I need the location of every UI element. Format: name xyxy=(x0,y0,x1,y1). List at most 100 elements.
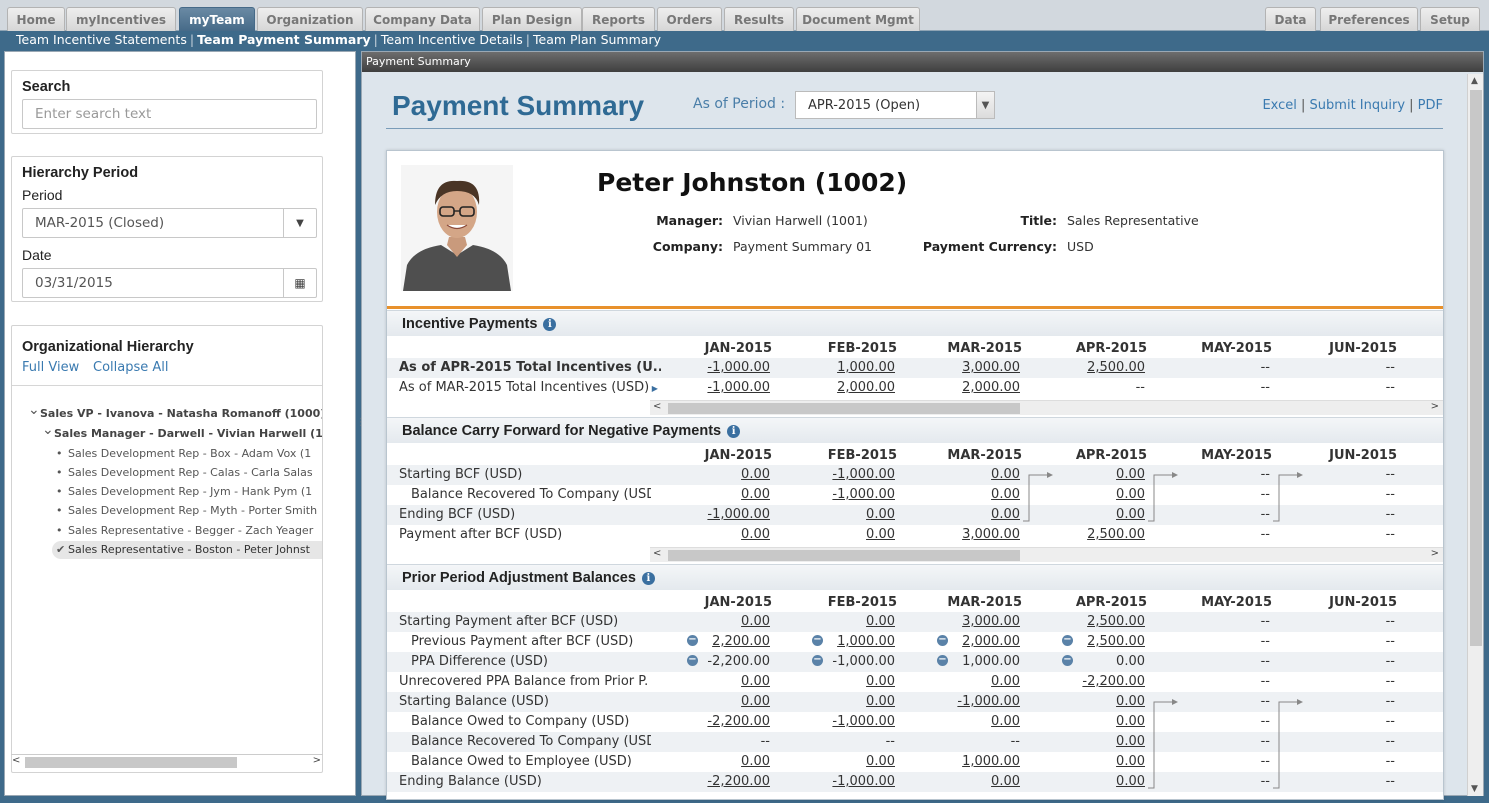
minus-circle-icon[interactable]: − xyxy=(687,655,698,666)
tab-myincentives[interactable]: myIncentives xyxy=(66,7,176,31)
table-cell[interactable]: 0.00 xyxy=(1025,774,1145,789)
table-cell[interactable]: 0.00 xyxy=(650,674,770,689)
table-cell[interactable]: 0.00 xyxy=(900,487,1020,502)
tab-results[interactable]: Results xyxy=(724,7,794,31)
tree-node[interactable]: Sales Development Rep - Myth - Porter Sm… xyxy=(68,504,317,517)
table-cell[interactable]: 2,500.00 xyxy=(1025,527,1145,542)
table-cell[interactable]: 0.00 xyxy=(1025,654,1145,669)
tab-home[interactable]: Home xyxy=(7,7,65,31)
tree-node[interactable]: Sales Development Rep - Calas - Carla Sa… xyxy=(68,466,313,479)
as-of-period-select[interactable]: APR-2015 (Open) ▼ xyxy=(795,91,995,119)
subnav-team-payment-summary[interactable]: Team Payment Summary xyxy=(197,32,371,47)
table-cell[interactable]: -1,000.00 xyxy=(775,714,895,729)
table-cell[interactable]: 2,000.00 xyxy=(900,380,1020,395)
calendar-icon[interactable]: ▦ xyxy=(283,269,316,297)
table-cell[interactable]: -1,000.00 xyxy=(775,774,895,789)
table-cell[interactable]: 3,000.00 xyxy=(900,614,1020,629)
table-cell[interactable]: 0.00 xyxy=(900,714,1020,729)
excel-link[interactable]: Excel xyxy=(1262,98,1296,113)
tab-organization[interactable]: Organization xyxy=(257,7,363,31)
table-cell[interactable]: -2,200.00 xyxy=(1025,674,1145,689)
tab-orders[interactable]: Orders xyxy=(657,7,722,31)
minus-circle-icon[interactable]: − xyxy=(937,635,948,646)
table-cell[interactable]: 1,000.00 xyxy=(900,654,1020,669)
tree-node[interactable]: Sales Development Rep - Box - Adam Vox (… xyxy=(68,447,311,460)
table-cell[interactable]: -1,000.00 xyxy=(775,487,895,502)
chevron-down-icon[interactable]: ⌄ xyxy=(42,422,54,438)
pdf-link[interactable]: PDF xyxy=(1418,98,1443,113)
tree-node[interactable]: Sales Representative - Boston - Peter Jo… xyxy=(68,543,310,556)
scroll-right-icon[interactable]: > xyxy=(1431,548,1439,559)
tab-setup[interactable]: Setup xyxy=(1420,7,1480,31)
chevron-down-icon[interactable]: ▼ xyxy=(976,92,994,118)
table-cell[interactable]: -2,200.00 xyxy=(650,774,770,789)
table-cell[interactable]: 0.00 xyxy=(650,694,770,709)
table-cell[interactable]: 1,000.00 xyxy=(775,634,895,649)
chevron-down-icon[interactable]: ▼ xyxy=(283,209,316,237)
tree-node[interactable]: Sales VP - Ivanova - Natasha Romanoff (1… xyxy=(40,407,322,420)
table-cell[interactable]: -2,200.00 xyxy=(650,714,770,729)
table-cell[interactable]: 0.00 xyxy=(900,507,1020,522)
table-cell[interactable]: 2,500.00 xyxy=(1025,614,1145,629)
table-cell[interactable]: 0.00 xyxy=(775,674,895,689)
table-cell[interactable]: -1,000.00 xyxy=(650,507,770,522)
table-cell[interactable]: 0.00 xyxy=(650,467,770,482)
subnav-team-plan-summary[interactable]: Team Plan Summary xyxy=(533,32,661,47)
table-cell[interactable]: 0.00 xyxy=(900,674,1020,689)
table-cell[interactable]: 1,000.00 xyxy=(900,754,1020,769)
scroll-thumb[interactable] xyxy=(668,403,1020,414)
collapse-all-link[interactable]: Collapse All xyxy=(93,360,169,375)
table-cell[interactable]: 2,200.00 xyxy=(650,634,770,649)
table-cell[interactable]: 2,000.00 xyxy=(775,380,895,395)
minus-circle-icon[interactable]: − xyxy=(687,635,698,646)
table-cell[interactable]: 3,000.00 xyxy=(900,360,1020,375)
table-cell[interactable]: 0.00 xyxy=(775,614,895,629)
horizontal-scrollbar[interactable]: < > xyxy=(650,547,1443,562)
scroll-up-icon[interactable]: ▲ xyxy=(1471,76,1478,86)
table-cell[interactable]: 0.00 xyxy=(900,774,1020,789)
tab-document-mgmt[interactable]: Document Mgmt xyxy=(796,7,920,31)
tab-plan-design[interactable]: Plan Design xyxy=(482,7,582,31)
table-cell[interactable]: 0.00 xyxy=(650,614,770,629)
tab-myteam[interactable]: myTeam xyxy=(179,7,255,31)
table-cell[interactable]: 2,500.00 xyxy=(1025,634,1145,649)
subnav-team-incentive-details[interactable]: Team Incentive Details xyxy=(381,32,523,47)
tab-data[interactable]: Data xyxy=(1265,7,1316,31)
scroll-right-icon[interactable]: > xyxy=(313,755,321,766)
minus-circle-icon[interactable]: − xyxy=(812,635,823,646)
period-select[interactable]: MAR-2015 (Closed) ▼ xyxy=(22,208,317,238)
vertical-scrollbar[interactable]: ▲ ▼ xyxy=(1467,74,1483,796)
tab-preferences[interactable]: Preferences xyxy=(1320,7,1418,31)
minus-circle-icon[interactable]: − xyxy=(812,655,823,666)
chevron-down-icon[interactable]: ⌄ xyxy=(28,402,40,418)
info-icon[interactable]: i xyxy=(543,318,557,331)
scroll-left-icon[interactable]: < xyxy=(653,548,661,559)
table-cell[interactable]: -1,000.00 xyxy=(900,694,1020,709)
table-cell[interactable]: -1,000.00 xyxy=(650,380,770,395)
table-cell[interactable]: -1,000.00 xyxy=(775,654,895,669)
table-cell[interactable]: -1,000.00 xyxy=(650,360,770,375)
submit-inquiry-link[interactable]: Submit Inquiry xyxy=(1310,98,1405,113)
scroll-thumb[interactable] xyxy=(25,757,237,768)
table-cell[interactable]: -1,000.00 xyxy=(775,467,895,482)
table-cell[interactable]: 2,000.00 xyxy=(900,634,1020,649)
table-cell[interactable]: 0.00 xyxy=(775,527,895,542)
table-cell[interactable]: 3,000.00 xyxy=(900,527,1020,542)
table-cell[interactable]: 0.00 xyxy=(650,527,770,542)
scroll-thumb[interactable] xyxy=(668,550,1020,561)
minus-circle-icon[interactable]: − xyxy=(937,655,948,666)
table-cell[interactable]: 1,000.00 xyxy=(775,360,895,375)
table-cell[interactable]: 0.00 xyxy=(1025,714,1145,729)
table-cell[interactable]: 0.00 xyxy=(900,467,1020,482)
left-horizontal-scrollbar[interactable]: < > xyxy=(11,754,323,769)
table-cell[interactable]: 0.00 xyxy=(1025,754,1145,769)
full-view-link[interactable]: Full View xyxy=(22,360,79,375)
scroll-down-icon[interactable]: ▼ xyxy=(1471,784,1478,794)
scroll-left-icon[interactable]: < xyxy=(653,401,661,412)
tree-node[interactable]: Sales Manager - Darwell - Vivian Harwell… xyxy=(54,427,322,440)
subnav-team-incentive-statements[interactable]: Team Incentive Statements xyxy=(16,32,187,47)
info-icon[interactable]: i xyxy=(727,425,741,438)
date-input[interactable]: 03/31/2015 ▦ xyxy=(22,268,317,298)
minus-circle-icon[interactable]: − xyxy=(1062,635,1073,646)
search-input[interactable]: Enter search text xyxy=(22,99,317,129)
